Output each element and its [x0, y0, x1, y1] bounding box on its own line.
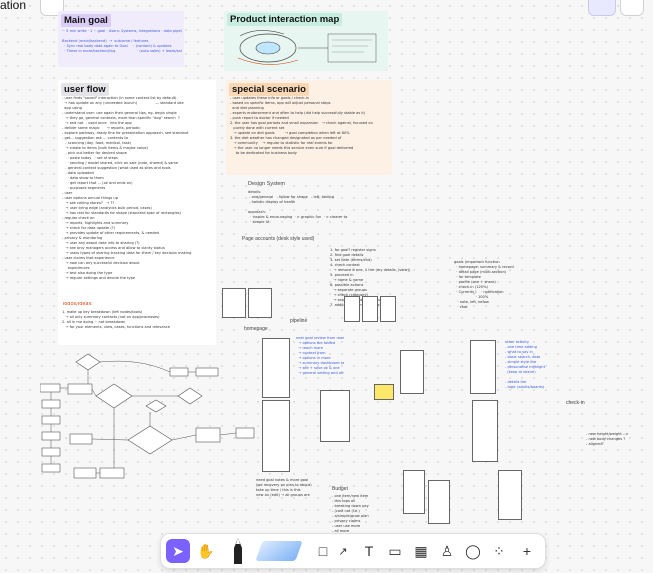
main-goal-notes: ~ 5 min write · 1 ~ goal · Users: System…	[62, 29, 182, 53]
pipeline-label: pipeline	[290, 318, 308, 324]
special-scenario-title: special scenario	[229, 83, 309, 96]
main-goal-card[interactable]: Main goal ~ 5 min write · 1 ~ goal · Use…	[58, 11, 184, 67]
wireframe-right-b[interactable]	[472, 400, 498, 462]
pen-tool-button[interactable]	[227, 536, 249, 566]
table-icon: ▦	[414, 542, 428, 559]
main-goal-title: Main goal	[61, 14, 111, 27]
layout-button[interactable]	[620, 0, 644, 16]
budget-label: Budget	[332, 486, 348, 492]
text-icon: T	[364, 543, 374, 559]
select-tool-button[interactable]: ➤	[166, 539, 190, 563]
highlighter-tool-button[interactable]	[255, 538, 303, 564]
special-scenario-card[interactable]: special scenario - user updates these in…	[226, 80, 392, 175]
apps-grid-icon: ⁘	[493, 542, 505, 559]
wireframe-goal-detail[interactable]	[320, 390, 350, 442]
product-map-sketch	[237, 30, 377, 65]
square-shape-icon: □	[318, 543, 328, 559]
special-scenario-notes: - user updates these info or goals / che…	[230, 96, 373, 155]
nav-notes: need goal notes & more goal (we recovery…	[256, 478, 312, 497]
connector-tool-button[interactable]: ↗	[331, 539, 355, 563]
add-button[interactable]: +	[515, 539, 539, 563]
design-system-label: Design System	[248, 181, 285, 187]
budget-notes: - one item/new item - this tops all - br…	[332, 494, 369, 533]
highlight-sticky[interactable]	[374, 384, 394, 400]
cursor-arrow-icon: ➤	[172, 542, 184, 559]
wireframe-checkin-b[interactable]	[428, 480, 450, 524]
goal-profile-notes: goals (important function · homepage: su…	[454, 260, 514, 309]
wireframe-homepage[interactable]	[262, 338, 290, 398]
wireframe-step-c[interactable]	[380, 296, 396, 322]
wireframe-onboarding-b[interactable]	[248, 288, 272, 318]
wireframe-homepage-scroll[interactable]	[262, 400, 290, 472]
file-title[interactable]: ation	[0, 0, 26, 12]
user-flow-card[interactable]: user flow - user finds "saved" interacti…	[58, 80, 216, 345]
pen-icon	[234, 538, 242, 564]
user-flow-todo-title: Todos/Ideas:	[62, 302, 93, 307]
table-tool-button[interactable]: ▦	[409, 539, 433, 563]
product-map-title: Product interaction map	[227, 13, 343, 26]
comment-tool-button[interactable]: ◯	[461, 539, 485, 563]
stamp-icon: ♙	[440, 542, 454, 559]
product-map-card[interactable]: Product interaction map	[224, 11, 388, 71]
stamp-tool-button[interactable]: ♙	[435, 539, 459, 563]
bottom-toolbar: ➤ ✋ □ ↗ T ▭ ▦ ♙ ◯ ⁘ +	[160, 533, 546, 569]
hand-tool-button[interactable]: ✋	[194, 539, 218, 563]
more-tools-button[interactable]: ⁘	[487, 539, 511, 563]
hand-icon: ✋	[197, 542, 215, 559]
wireframe-right-a[interactable]	[470, 340, 496, 394]
check-in-label: check-in	[566, 400, 585, 406]
main-goal-cards-notes: next goal review from ready → options ar…	[296, 336, 344, 375]
text-tool-button[interactable]: T	[357, 539, 381, 563]
user-flow-title: user flow	[61, 83, 109, 96]
right-activity-notes: other activity - one time adding - what …	[505, 340, 545, 389]
comment-bubble-icon: ◯	[465, 542, 481, 559]
figjam-menu-button[interactable]	[588, 0, 616, 16]
design-system-notes: details: - one/general - follow for shap…	[248, 190, 348, 224]
sticky-note-tool-button[interactable]: ▭	[383, 539, 407, 563]
plus-icon: +	[522, 543, 532, 559]
homepage-label: homepage	[244, 326, 268, 332]
sticky-note-icon: ▭	[388, 542, 402, 559]
user-flow-todo: 1. make up key breakdown (left nodes/too…	[62, 310, 171, 329]
wireframe-checkin-a[interactable]	[403, 470, 425, 514]
user-flowchart[interactable]	[40, 348, 255, 498]
wireframe-profile[interactable]	[400, 350, 424, 394]
user-flow-steps: - user finds "saved" interaction (in som…	[62, 96, 192, 280]
page-accounts-label: Page accounts (desk style used)	[242, 236, 315, 242]
wireframe-step-b[interactable]	[362, 296, 378, 322]
bottom-notes: - new height/weight --> - new body chang…	[586, 432, 629, 446]
wireframe-onboarding-a[interactable]	[222, 288, 246, 318]
highlighter-swatch-icon	[255, 541, 303, 561]
connector-arrow-icon: ↗	[338, 545, 348, 558]
wireframe-right-c[interactable]	[498, 470, 522, 520]
wireframe-step-a[interactable]	[344, 296, 360, 322]
